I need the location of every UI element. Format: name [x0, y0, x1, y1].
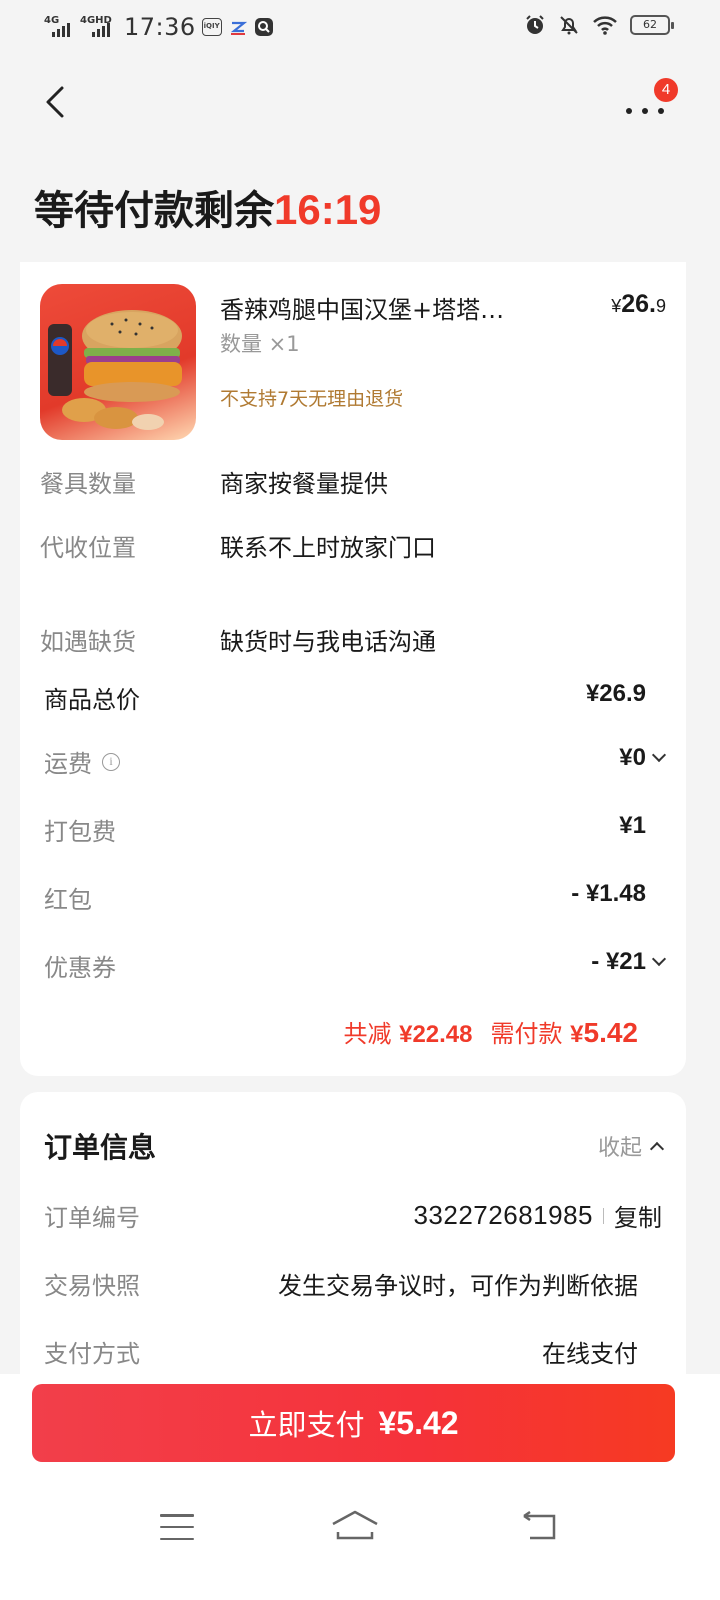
home-icon[interactable] [330, 1508, 380, 1544]
order-info-title: 订单信息 [44, 1131, 157, 1164]
fee-row-goods-total: 商品总价 ¥26.9 [44, 680, 664, 714]
system-back-icon[interactable] [520, 1508, 560, 1544]
iqiyi-app-icon: iQIY [201, 18, 222, 36]
chevron-down-icon[interactable] [651, 951, 667, 967]
more-dots-icon [626, 108, 664, 114]
snapshot-row[interactable]: 交易快照 发生交易争议时，可作为判断依据 [44, 1266, 662, 1300]
fee-value: - ¥1.48 [571, 880, 646, 907]
wifi-icon [593, 16, 617, 35]
battery-icon: 62 [630, 15, 674, 35]
order-number-label: 订单编号 [44, 1204, 140, 1232]
copy-button[interactable]: 复制 [614, 1198, 662, 1233]
more-menu-button[interactable]: 4 [620, 78, 678, 134]
payment-method-label: 支付方式 [44, 1340, 140, 1368]
fee-value: - ¥21 [591, 948, 646, 975]
payable-label: 需付款 [490, 1020, 563, 1048]
signal-hd-icon: 4GHD [80, 15, 114, 39]
fee-label: 优惠券 [44, 954, 116, 982]
return-policy-note: 不支持7天无理由退货 [220, 388, 404, 410]
order-number-value: 332272681985 [413, 1200, 593, 1230]
fee-row-packing: 打包费 ¥1 [44, 812, 664, 846]
order-number-row: 订单编号 332272681985 复制 [44, 1198, 662, 1232]
collapse-toggle[interactable]: 收起 [597, 1130, 665, 1162]
price-integer: 26. [621, 290, 656, 318]
fee-label-group: 运费 i [44, 744, 120, 779]
payment-summary: 共减 ¥22.48 需付款 ¥5.42 [343, 1014, 638, 1049]
payment-method-value: 在线支付 [542, 1340, 638, 1368]
product-name[interactable]: 香辣鸡腿中国汉堡+塔塔… [220, 290, 550, 325]
info-icon[interactable]: i [102, 752, 120, 771]
fee-label: 红包 [44, 886, 92, 914]
signal-icon: 4G [44, 15, 74, 39]
price-symbol: ¥ [611, 296, 622, 316]
bottom-action-bar: 立即支付 ¥5.42 [0, 1374, 720, 1600]
fee-row-red-packet: 红包 - ¥1.48 [44, 880, 664, 914]
app-notification-icon [230, 21, 247, 35]
system-nav-bar [0, 1496, 720, 1556]
fee-row-coupon[interactable]: 优惠券 - ¥21 [44, 948, 667, 982]
fee-value: ¥1 [619, 812, 646, 839]
fee-value: ¥26.9 [585, 680, 646, 707]
payment-countdown: 等待付款剩余 16:19 [34, 178, 381, 236]
discount-summary: 共减 ¥22.48 [343, 1014, 472, 1049]
fee-value-group: - ¥21 [591, 948, 667, 976]
alarm-icon [526, 15, 544, 34]
snapshot-value: 发生交易争议时，可作为判断依据 [278, 1272, 638, 1300]
fee-row-shipping[interactable]: 运费 i ¥0 [44, 744, 667, 779]
product-image[interactable] [40, 284, 196, 440]
top-nav: 4 [0, 70, 720, 140]
fee-label: 运费 [44, 750, 92, 778]
price-decimal: 9 [655, 296, 666, 316]
product-quantity: 数量 ×1 [220, 332, 300, 356]
mute-bell-icon [560, 16, 578, 35]
chevron-down-icon[interactable] [651, 747, 667, 763]
burger-illustration [48, 310, 182, 430]
status-time: 17:36 [124, 13, 196, 41]
collapse-label: 收起 [597, 1136, 642, 1161]
payable-symbol: ¥ [570, 1021, 584, 1048]
order-card: 香辣鸡腿中国汉堡+塔塔… ¥26.9 数量 ×1 不支持7天无理由退货 餐具数量… [20, 262, 686, 1076]
fee-value: ¥0 [619, 744, 646, 771]
notification-badge: 4 [654, 78, 678, 102]
order-info-card: 订单信息 收起 订单编号 332272681985 复制 交易快照 发生交易争议… [20, 1092, 686, 1422]
detail-label: 如遇缺货 [40, 628, 136, 656]
detail-value: 联系不上时放家门口 [220, 534, 436, 562]
recent-apps-icon[interactable] [160, 1514, 194, 1540]
payable-summary: 需付款 ¥5.42 [491, 1014, 639, 1049]
countdown-label: 等待付款剩余 [34, 188, 274, 234]
status-bar: 4G 4GHD 17:36 iQIY 62 [0, 0, 720, 56]
fee-label: 商品总价 [44, 686, 140, 714]
chevron-up-icon [649, 1141, 665, 1157]
detail-label: 代收位置 [40, 534, 136, 562]
payment-method-row: 支付方式 在线支付 [44, 1334, 662, 1368]
divider [603, 1207, 604, 1224]
pay-button-amount: ¥5.42 [378, 1404, 459, 1441]
fee-label: 打包费 [44, 818, 116, 846]
detail-value: 商家按餐量提供 [220, 470, 388, 498]
detail-label: 餐具数量 [40, 470, 136, 498]
pay-now-button[interactable]: 立即支付 ¥5.42 [32, 1384, 675, 1462]
order-number-group: 332272681985 复制 [413, 1198, 662, 1233]
snapshot-label: 交易快照 [44, 1272, 140, 1300]
pay-button-label: 立即支付 [248, 1408, 365, 1442]
countdown-time: 16:19 [274, 186, 382, 233]
fee-value-group: ¥0 [619, 744, 667, 772]
back-arrow-icon[interactable] [38, 84, 74, 120]
discount-value: ¥22.48 [399, 1021, 473, 1048]
product-price: ¥26.9 [611, 290, 666, 319]
discount-label: 共减 [343, 1020, 392, 1048]
search-app-icon [254, 18, 273, 36]
detail-value: 缺货时与我电话沟通 [220, 628, 436, 656]
payable-value: 5.42 [583, 1017, 639, 1048]
